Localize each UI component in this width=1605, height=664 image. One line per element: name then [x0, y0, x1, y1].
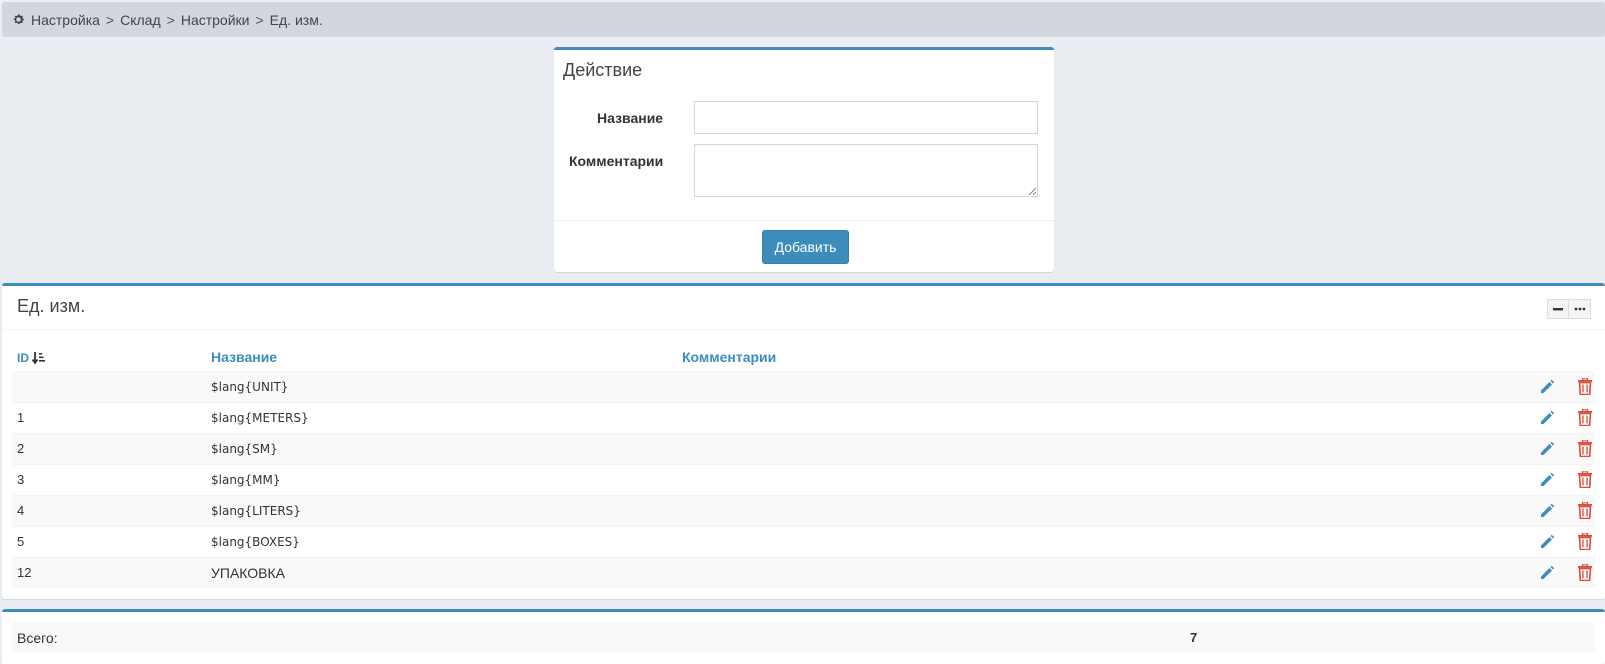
name-label: Название — [597, 110, 664, 126]
add-button[interactable]: Добавить — [762, 230, 849, 264]
trash-icon[interactable] — [1578, 408, 1592, 427]
summary-row: Всего: 7 — [12, 622, 1595, 653]
ellipsis-icon — [1574, 307, 1585, 311]
name-input[interactable] — [694, 101, 1038, 134]
cell-name: $lang{METERS} — [211, 411, 309, 425]
action-form-footer: Добавить — [554, 220, 1054, 273]
cell-id: 3 — [17, 472, 25, 487]
cell-id: 5 — [17, 534, 25, 549]
action-form-title: Действие — [563, 60, 643, 80]
column-header-id[interactable]: ID — [17, 351, 46, 365]
breadcrumb: Настройка > Склад > Настройки > Ед. изм. — [2, 2, 1605, 37]
pencil-icon[interactable] — [1539, 534, 1555, 550]
cell-id: 1 — [17, 410, 25, 425]
more-options-button[interactable] — [1569, 299, 1591, 319]
pencil-icon[interactable] — [1539, 441, 1555, 457]
cell-name: $lang{UNIT} — [211, 380, 289, 394]
units-box: Ед. изм. ID Название Комментарии $lang{U… — [2, 283, 1605, 599]
trash-icon[interactable] — [1578, 532, 1592, 551]
pencil-icon[interactable] — [1539, 379, 1555, 395]
pencil-icon[interactable] — [1539, 503, 1555, 519]
action-form-box: Действие Название Комментарии Добавить — [554, 47, 1054, 272]
column-header-comment[interactable]: Комментарии — [682, 349, 776, 365]
trash-icon[interactable] — [1578, 439, 1592, 458]
table-row: 4 $lang{LITERS} — [12, 495, 1595, 526]
table-header: ID Название Комментарии — [12, 343, 1595, 371]
breadcrumb-separator: > — [166, 11, 175, 28]
table-row: 1 $lang{METERS} — [12, 402, 1595, 433]
summary-count: 7 — [1190, 630, 1198, 645]
cell-id: 2 — [17, 441, 25, 456]
comment-label: Комментарии — [569, 153, 664, 169]
cell-name: $lang{MM} — [211, 473, 281, 487]
table-row: $lang{UNIT} — [12, 371, 1595, 402]
cell-id: 12 — [17, 565, 32, 580]
pencil-icon[interactable] — [1539, 472, 1555, 488]
breadcrumb-item-settings[interactable]: Настройка — [31, 12, 100, 28]
collapse-button[interactable] — [1547, 299, 1569, 319]
summary-box: Всего: 7 — [2, 609, 1605, 664]
breadcrumb-separator: > — [255, 11, 264, 28]
cell-id: 4 — [17, 503, 25, 518]
trash-icon[interactable] — [1578, 377, 1592, 396]
table-row: 2 $lang{SM} — [12, 433, 1595, 464]
cell-name: УПАКОВКА — [211, 565, 286, 581]
pencil-icon[interactable] — [1539, 565, 1555, 581]
table-row: 3 $lang{MM} — [12, 464, 1595, 495]
table-row: 5 $lang{BOXES} — [12, 526, 1595, 557]
minus-icon — [1553, 308, 1563, 311]
breadcrumb-item-warehouse[interactable]: Склад — [120, 12, 161, 28]
cell-name: $lang{SM} — [211, 442, 278, 456]
summary-label: Всего: — [17, 630, 58, 646]
cell-name: $lang{LITERS} — [211, 504, 301, 518]
gear-icon — [12, 13, 26, 27]
sort-amount-asc-icon — [32, 351, 46, 365]
units-box-title: Ед. изм. — [17, 296, 86, 316]
comment-textarea[interactable] — [694, 144, 1038, 197]
box-tools — [1547, 299, 1591, 319]
cell-name: $lang{BOXES} — [211, 535, 300, 549]
trash-icon[interactable] — [1578, 563, 1592, 582]
pencil-icon[interactable] — [1539, 410, 1555, 426]
trash-icon[interactable] — [1578, 470, 1592, 489]
units-header-divider — [2, 329, 1605, 330]
breadcrumb-item-units: Ед. изм. — [269, 11, 323, 28]
resize-grip-icon[interactable] — [1028, 187, 1036, 195]
table-row: 12 УПАКОВКА — [12, 557, 1595, 588]
column-header-id-label: ID — [17, 351, 29, 365]
breadcrumb-separator: > — [105, 11, 115, 28]
breadcrumb-item-warehouse-settings[interactable]: Настройки — [181, 12, 250, 28]
trash-icon[interactable] — [1578, 501, 1592, 520]
column-header-name[interactable]: Название — [211, 349, 277, 365]
